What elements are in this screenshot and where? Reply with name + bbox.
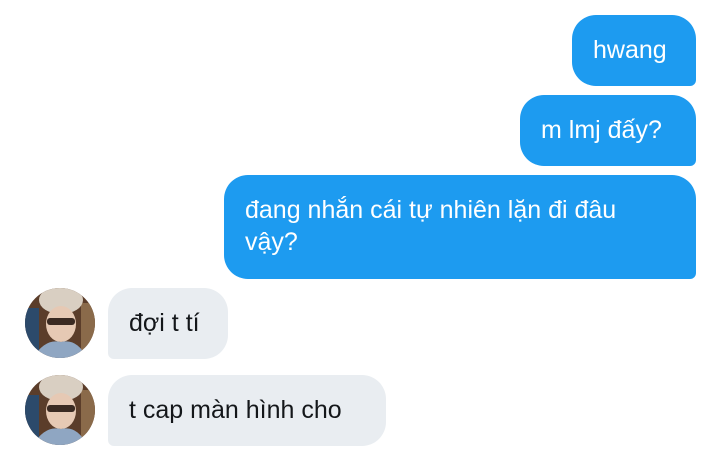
avatar-photo-icon [25, 288, 95, 358]
sent-message-bubble[interactable]: hwang [572, 15, 696, 86]
contact-avatar[interactable] [25, 288, 95, 358]
contact-avatar[interactable] [25, 375, 95, 445]
message-text: t cap màn hình cho [129, 396, 342, 424]
message-text: m lmj đấy? [541, 116, 662, 144]
received-message-bubble[interactable]: đợi t tí [108, 288, 228, 359]
message-text: hwang [593, 36, 667, 64]
sent-message-bubble[interactable]: m lmj đấy? [520, 95, 696, 166]
avatar-photo-icon [25, 375, 95, 445]
sent-message-bubble[interactable]: đang nhắn cái tự nhiên lặn đi đâu vậy? [224, 175, 696, 279]
received-message-bubble[interactable]: t cap màn hình cho [108, 375, 386, 446]
message-text: đang nhắn cái tự nhiên lặn đi đâu vậy? [245, 196, 617, 256]
message-text: đợi t tí [129, 309, 200, 337]
chat-screen: { "conversation": { "messages": [ {"dire… [0, 0, 720, 459]
